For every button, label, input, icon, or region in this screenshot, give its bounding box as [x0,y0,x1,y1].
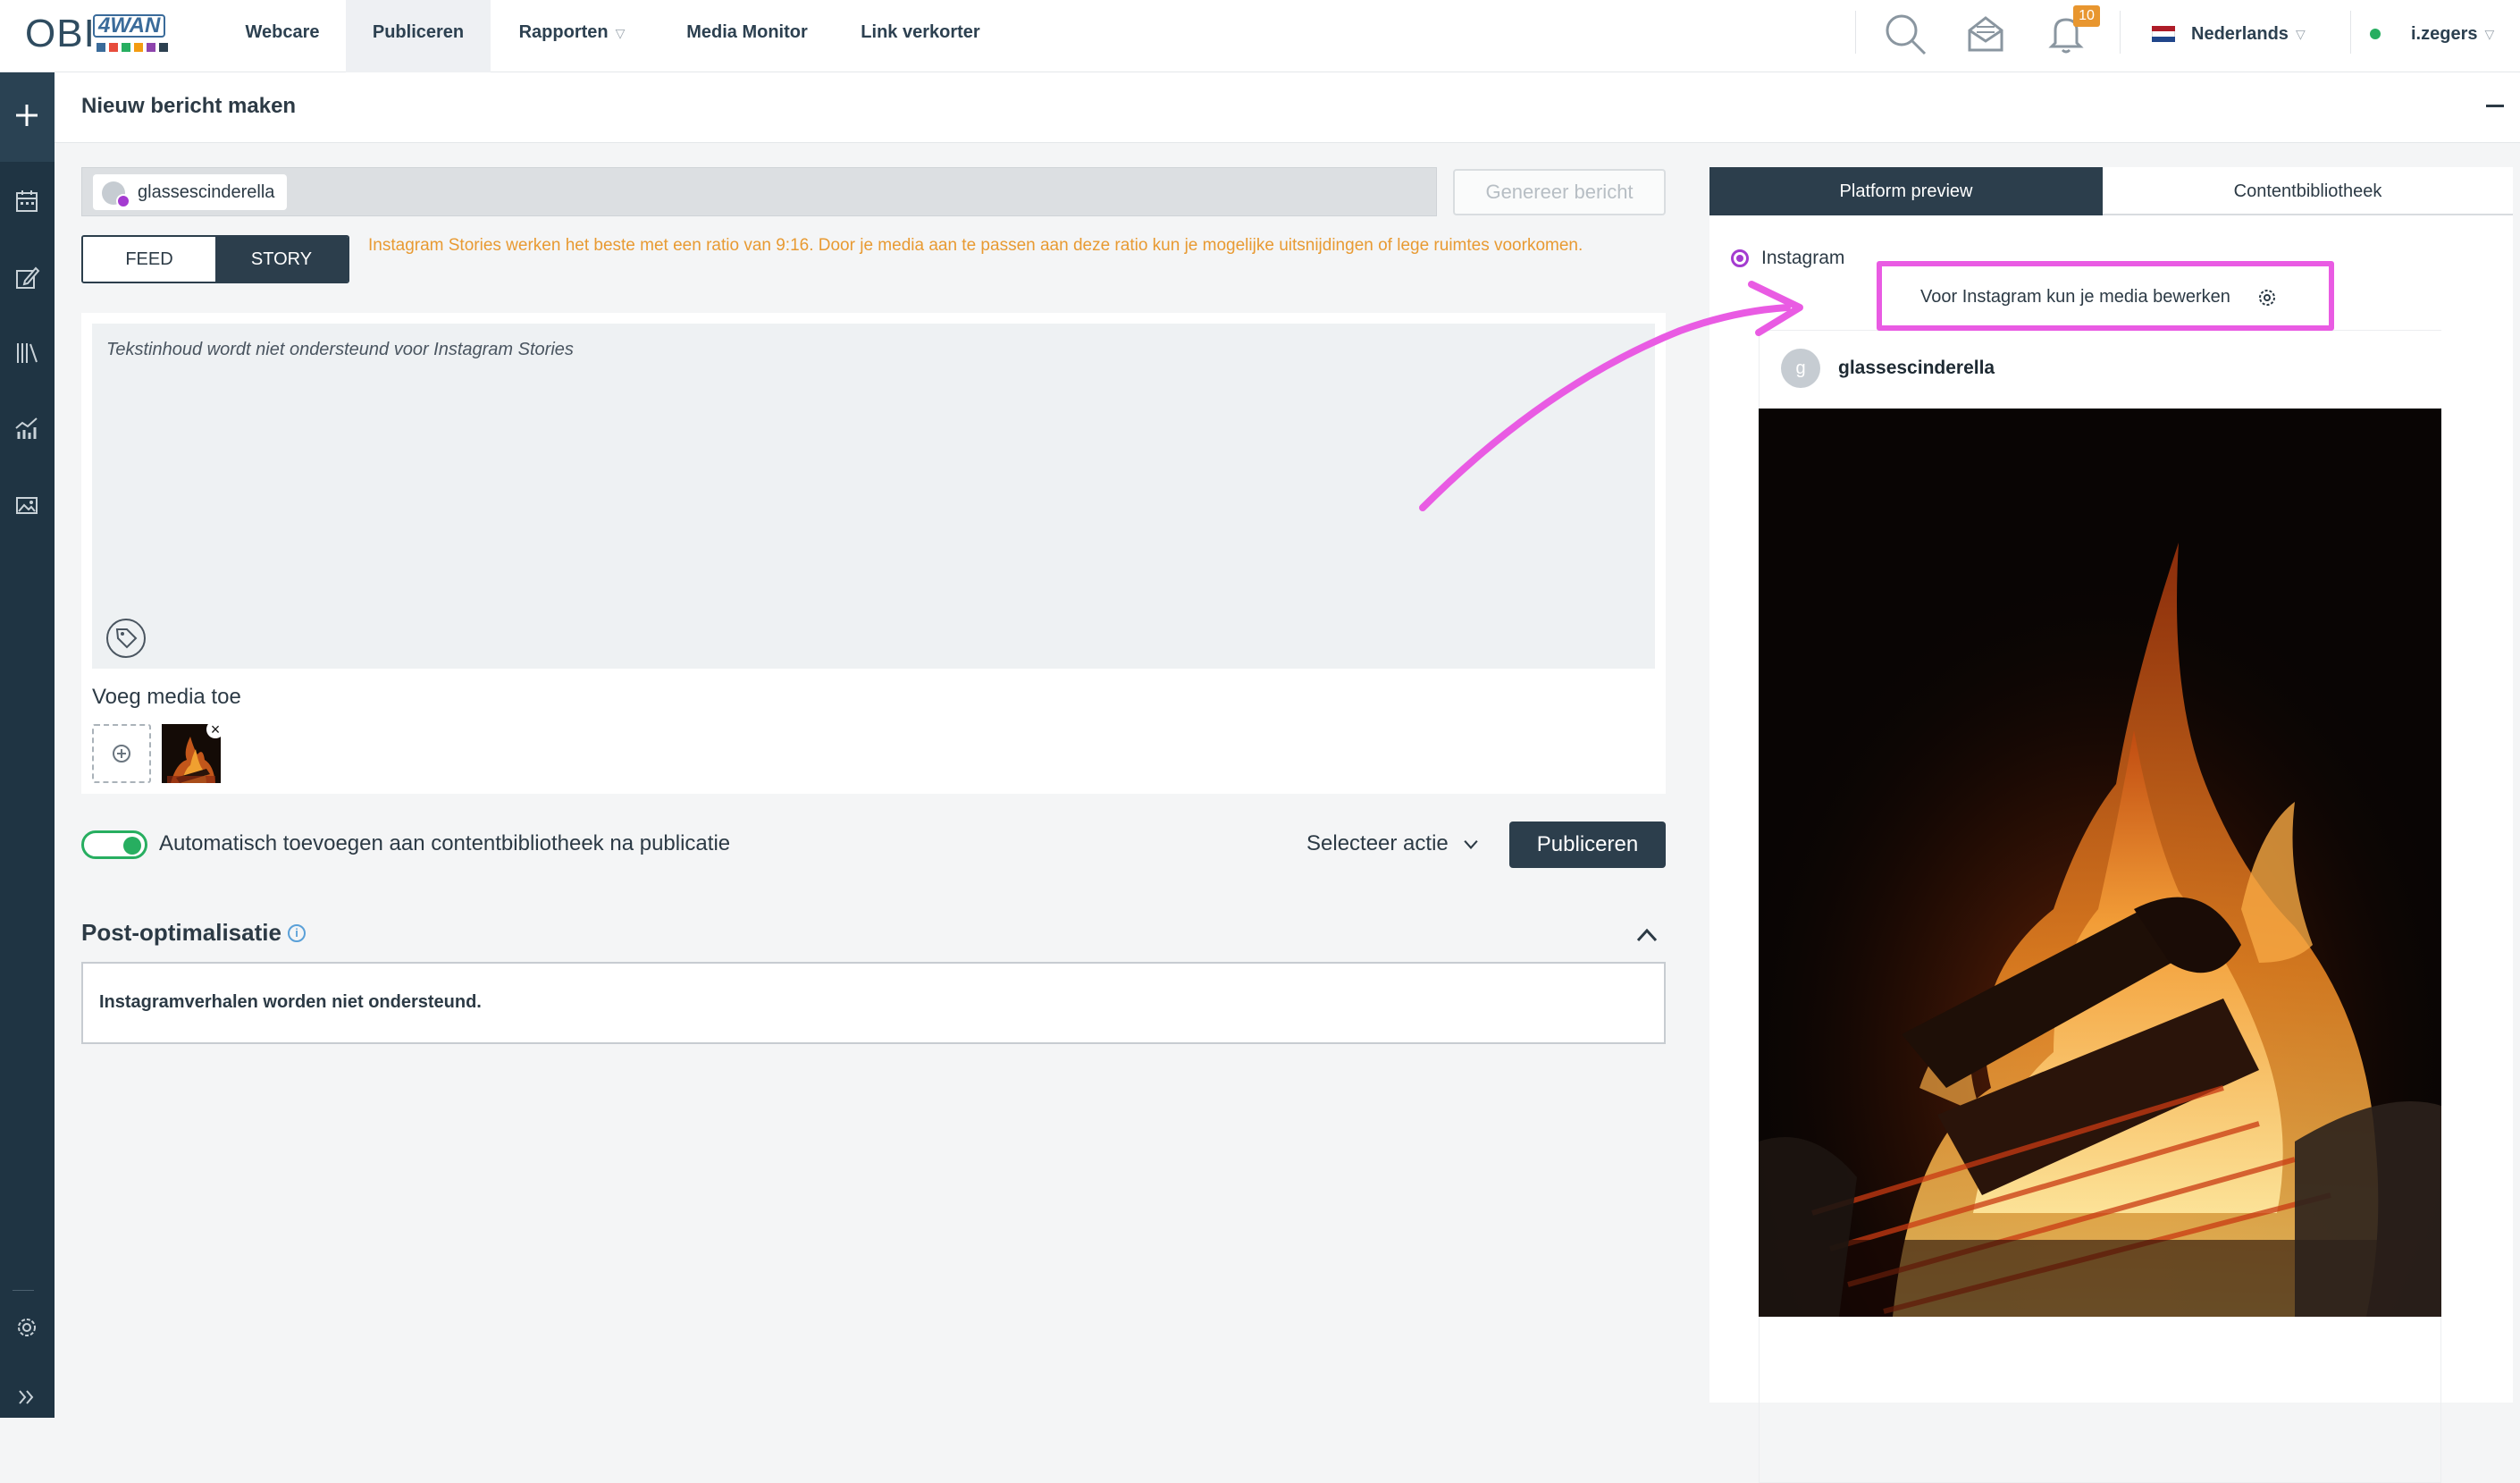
username-label: i.zegers [2411,23,2478,44]
nav-item-label: Media Monitor [686,22,808,42]
nav-item-rapporten[interactable]: Rapporten ▽ [500,0,643,72]
format-toggle: FEED STORY [81,235,349,283]
left-sidebar [0,72,55,1418]
add-media-button[interactable] [92,724,151,783]
tab-contentbibliotheek[interactable]: Contentbibliotheek [2103,167,2513,215]
user-menu[interactable]: i.zegers ▽ [2370,20,2494,48]
account-selector[interactable]: glassescinderella [81,167,1437,216]
info-icon[interactable]: i [288,924,306,942]
remove-media-icon[interactable]: × [206,720,224,738]
nav-item-label: Webcare [245,22,320,42]
post-username: glassescinderella [1838,358,1995,378]
auto-add-toggle[interactable] [81,830,147,859]
nav-item-label: Publiceren [372,22,465,42]
instagram-icon [1731,249,1749,267]
edit-icon[interactable] [13,264,41,292]
divider [13,1290,34,1291]
plus-icon [16,105,38,126]
tab-feed[interactable]: FEED [83,237,215,282]
language-label: Nederlands [2191,23,2289,44]
generate-message-button[interactable]: Genereer bericht [1453,169,1666,215]
logo-text: OBI [25,12,96,55]
dutch-flag-icon [2152,26,2175,42]
tag-button[interactable] [106,619,146,658]
logo-subtext: 4WAN [93,14,166,38]
library-icon[interactable] [13,339,41,367]
logo-color-dots [97,43,168,52]
tab-platform-preview[interactable]: Platform preview [1709,167,2103,215]
notification-count-badge: 10 [2073,5,2100,27]
annotation-highlight-box [1877,261,2334,331]
inbox-icon[interactable] [1962,11,2009,57]
obi4wan-logo[interactable]: OBI 4WAN [25,13,177,55]
post-header: g glassescinderella [1760,331,2442,408]
platform-label: Instagram [1761,248,1845,268]
editor-hint: Tekstinhoud wordt niet ondersteund voor … [106,340,574,359]
online-status-dot [2370,29,2381,39]
auto-add-label: Automatisch toevoegen aan contentbibliot… [159,831,731,855]
language-selector[interactable]: Nederlands ▽ [2152,20,2306,48]
campfire-image [1759,409,2441,1317]
page-header: Nieuw bericht maken [55,72,2520,143]
select-action-label: Selecteer actie [1306,831,1449,855]
nav-item-media-monitor[interactable]: Media Monitor [668,0,826,72]
add-media-label: Voeg media toe [92,685,241,709]
instagram-icon [116,194,130,208]
expand-icon[interactable] [13,1383,41,1411]
nav-item-label: Link verkorter [861,22,980,42]
chevron-down-icon: ▽ [615,26,626,40]
chevron-down-icon: ▽ [2484,26,2495,41]
divider [2350,11,2351,54]
account-chip[interactable]: glassescinderella [93,174,288,210]
post-optimization-panel: Instagramverhalen worden niet ondersteun… [81,962,1666,1044]
analytics-icon[interactable] [13,414,41,442]
divider [1855,11,1856,54]
preview-panel: Platform preview Contentbibliotheek Inst… [1709,167,2513,1483]
plus-circle-icon [113,745,130,763]
search-icon[interactable] [1882,11,1928,57]
tab-story[interactable]: STORY [215,237,348,282]
select-action-dropdown[interactable]: Selecteer actie [1306,831,1479,856]
nav-item-webcare[interactable]: Webcare [229,0,336,72]
divider [2120,11,2121,54]
calendar-icon[interactable] [13,187,41,215]
tag-icon [115,628,138,649]
page-title: Nieuw bericht maken [81,94,297,118]
nav-item-publiceren[interactable]: Publiceren [346,0,491,72]
publish-button[interactable]: Publiceren [1509,822,1666,868]
toggle-knob [123,837,141,855]
settings-icon[interactable] [13,1313,41,1342]
image-icon[interactable] [13,491,41,519]
story-ratio-warning: Instagram Stories werken het beste met e… [368,236,1583,255]
chevron-down-icon: ▽ [2295,26,2306,41]
new-post-button[interactable] [0,72,55,162]
nav-item-link-verkorter[interactable]: Link verkorter [849,0,992,72]
chevron-down-icon [1464,840,1479,850]
optimization-message: Instagramverhalen worden niet ondersteun… [99,992,482,1012]
nav-item-label: Rapporten [518,22,609,42]
top-navigation-bar: OBI 4WAN Webcare Publiceren Rapporten ▽ M… [0,0,2520,72]
minimize-icon[interactable] [2486,105,2504,107]
campfire-preview-image [1759,409,2441,1317]
post-optimization-title: Post-optimalisatie [81,919,281,946]
chevron-up-icon[interactable] [1635,926,1659,944]
account-name: glassescinderella [138,182,275,202]
annotation-arrow [1419,281,1803,511]
